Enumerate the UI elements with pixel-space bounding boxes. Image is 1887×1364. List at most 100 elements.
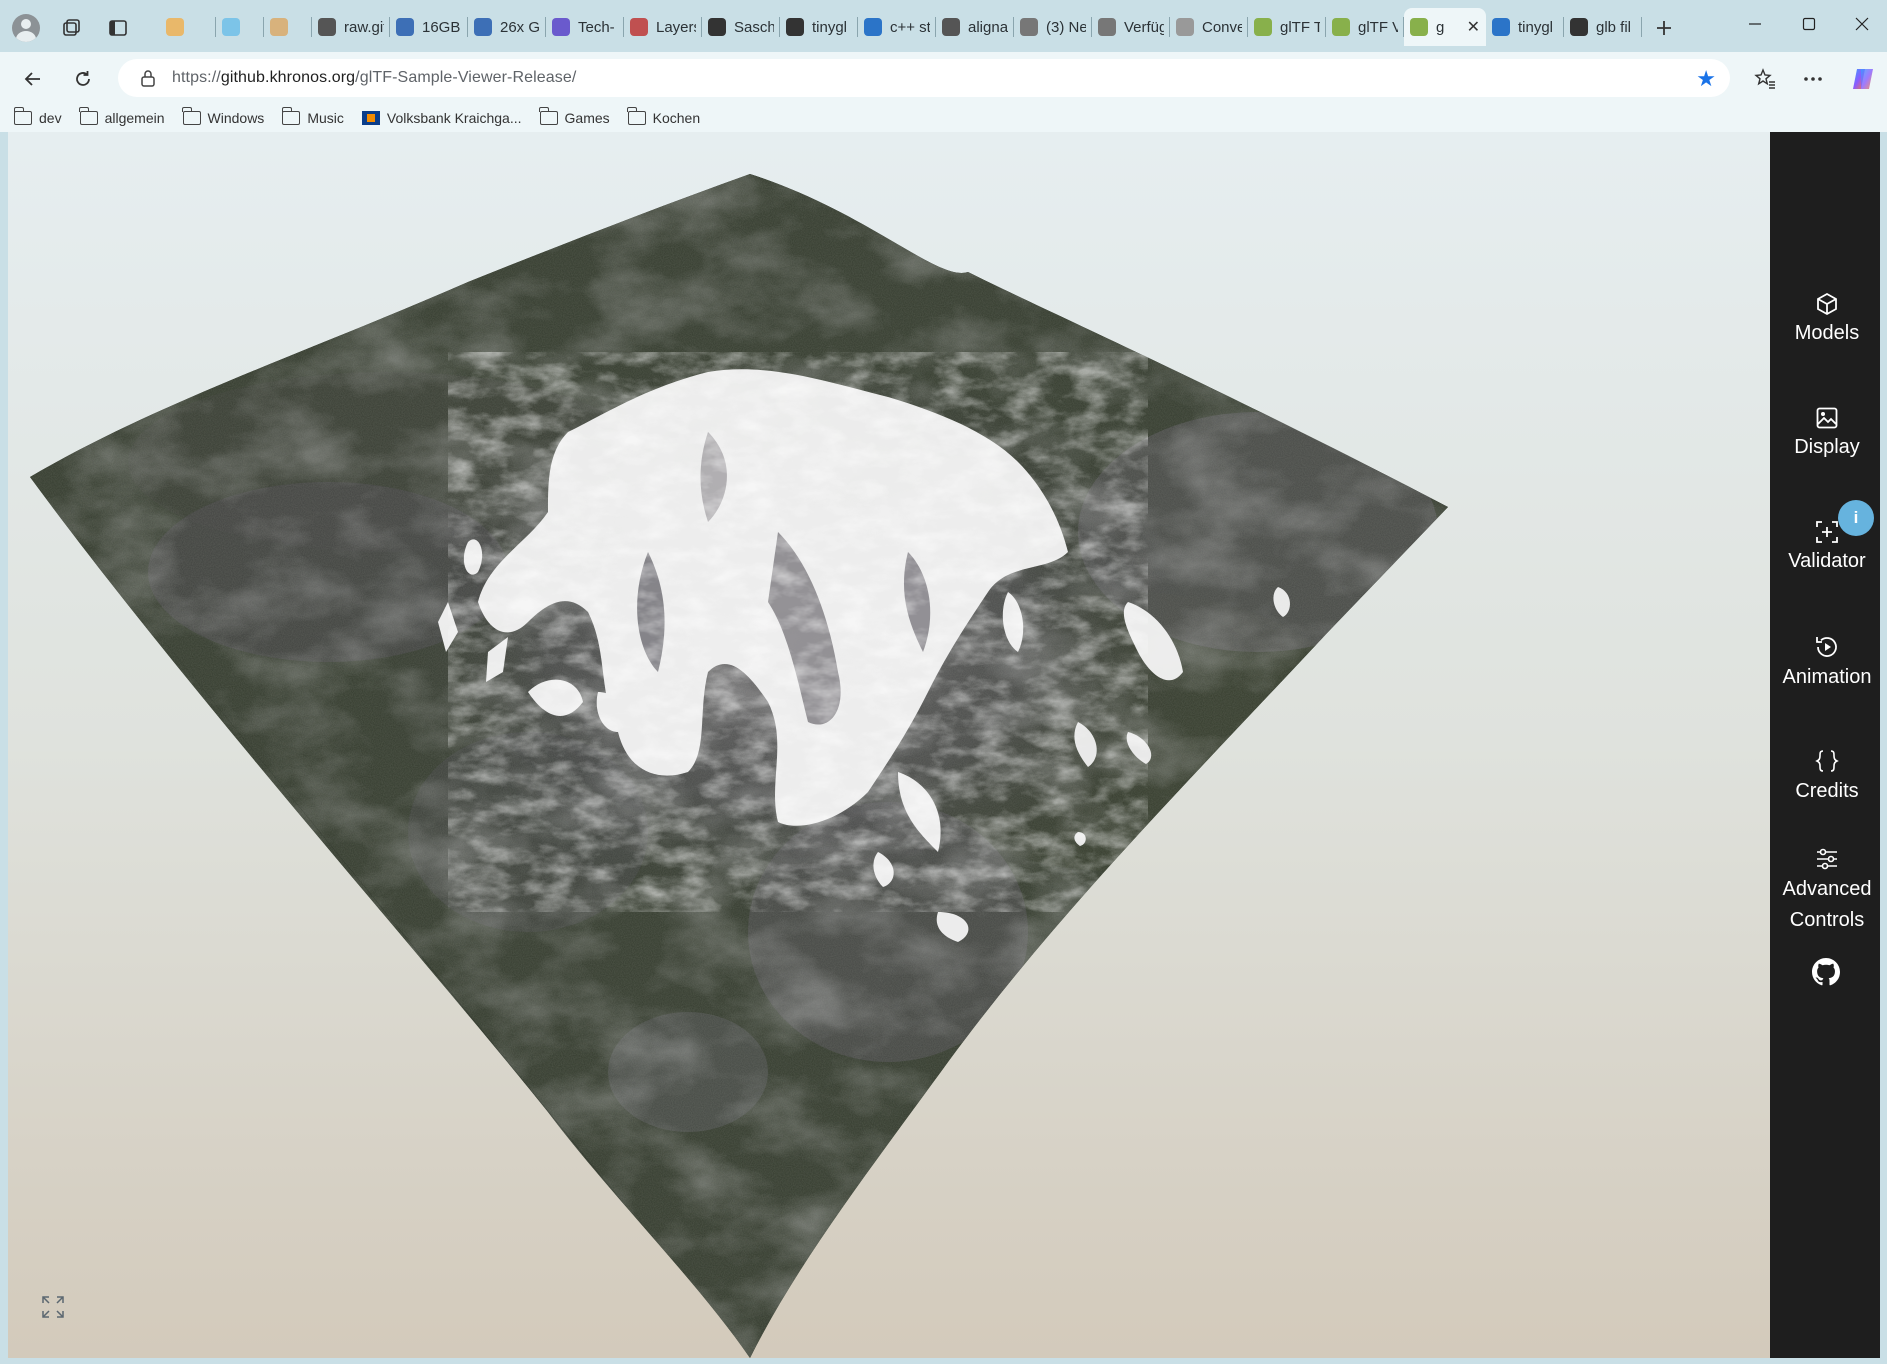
bookmark-windows[interactable]: Windows bbox=[182, 107, 265, 126]
tab-title: glb fil bbox=[1596, 18, 1632, 36]
viewer-sidebar: Models Display Validator i Animation Cre… bbox=[1770, 132, 1880, 1358]
site-icon bbox=[552, 18, 570, 36]
tab-title: Sasch bbox=[734, 18, 774, 36]
new-tab-icon[interactable] bbox=[1648, 12, 1680, 44]
browser-tab[interactable]: 26x Ge bbox=[468, 8, 546, 46]
browser-tab[interactable]: c++ st bbox=[858, 8, 936, 46]
tab-strip: raw.git 16GB 26x Ge Tech- Layers Sasch tinygl c… bbox=[0, 0, 1887, 52]
models-button[interactable]: Models bbox=[1770, 292, 1880, 349]
browser-toolbar: https://github.khronos.org/glTF-Sample-V… bbox=[0, 52, 1887, 104]
browser-tab[interactable] bbox=[160, 8, 216, 46]
bookmark-label: allgemein bbox=[104, 110, 165, 126]
minimize-icon[interactable] bbox=[1727, 8, 1783, 40]
copilot-icon[interactable] bbox=[1846, 62, 1880, 96]
bookmark-label: Games bbox=[564, 110, 610, 126]
search-icon bbox=[1492, 18, 1510, 36]
browser-tab[interactable]: (3) Ne bbox=[1014, 8, 1092, 46]
browser-tab[interactable]: glb fil bbox=[1564, 8, 1642, 46]
bookmark-kochen[interactable]: Kochen bbox=[627, 107, 701, 126]
credits-button[interactable]: Credits bbox=[1770, 748, 1880, 807]
browser-tab[interactable]: Verfüg bbox=[1092, 8, 1170, 46]
tab-title: c++ st bbox=[890, 18, 930, 36]
advanced-label-line1: Advanced bbox=[1782, 878, 1872, 900]
browser-tab[interactable] bbox=[216, 8, 264, 46]
bookmark-icon bbox=[474, 18, 492, 36]
tab-title: glTF V bbox=[1358, 18, 1398, 36]
validator-info-badge[interactable]: i bbox=[1838, 500, 1874, 536]
bookmark-volksbank[interactable]: Volksbank Kraichga... bbox=[361, 110, 522, 126]
folder-icon bbox=[539, 107, 558, 125]
workspaces-icon[interactable] bbox=[55, 12, 87, 44]
close-tab-icon[interactable]: ✕ bbox=[1467, 17, 1480, 37]
bookmark-allgemein[interactable]: allgemein bbox=[79, 107, 165, 126]
globe-icon bbox=[318, 18, 336, 36]
favorites-icon[interactable] bbox=[1748, 62, 1782, 96]
site-icon bbox=[1254, 18, 1272, 36]
tab-title: 26x Ge bbox=[500, 18, 540, 36]
tab-title: (3) Ne bbox=[1046, 18, 1086, 36]
models-label: Models bbox=[1794, 322, 1860, 344]
site-icon bbox=[1176, 18, 1194, 36]
site-info-icon[interactable] bbox=[136, 66, 160, 90]
terrain-model[interactable] bbox=[8, 132, 1770, 1358]
browser-tab[interactable] bbox=[264, 8, 312, 46]
tab-actions-icon[interactable] bbox=[102, 12, 134, 44]
tab-separator bbox=[1641, 17, 1642, 37]
mail-icon bbox=[270, 18, 288, 36]
browser-tab[interactable]: glTF V bbox=[1326, 8, 1404, 46]
browser-tab[interactable]: g ✕ bbox=[1404, 8, 1486, 46]
browser-tab[interactable]: Conve bbox=[1170, 8, 1248, 46]
3d-viewport[interactable] bbox=[8, 132, 1770, 1358]
tab-title: Tech- bbox=[578, 18, 615, 36]
bookmark-music[interactable]: Music bbox=[281, 107, 344, 126]
extension-icon bbox=[222, 18, 240, 36]
folder-icon bbox=[182, 107, 201, 125]
folder-icon bbox=[13, 107, 32, 125]
tab-title: Verfüg bbox=[1124, 18, 1164, 36]
bookmark-icon bbox=[396, 18, 414, 36]
browser-tab[interactable]: tinygl bbox=[780, 8, 858, 46]
browser-tab[interactable]: Tech- bbox=[546, 8, 624, 46]
fullscreen-icon[interactable] bbox=[38, 1292, 68, 1322]
tab-title: g bbox=[1436, 18, 1445, 36]
tab-title: tinygl bbox=[812, 18, 848, 36]
browser-tab[interactable]: glTF T bbox=[1248, 8, 1326, 46]
bookmark-label: Music bbox=[307, 110, 344, 126]
favorite-star-icon[interactable]: ★ bbox=[1696, 66, 1716, 92]
bookmark-games[interactable]: Games bbox=[539, 107, 610, 126]
close-window-icon[interactable] bbox=[1834, 8, 1887, 40]
validator-icon bbox=[1816, 521, 1838, 543]
profile-avatar-icon[interactable] bbox=[12, 14, 40, 42]
maximize-icon[interactable] bbox=[1781, 8, 1837, 40]
site-icon bbox=[1332, 18, 1350, 36]
site-icon bbox=[1020, 18, 1038, 36]
browser-tab[interactable]: 16GB bbox=[390, 8, 468, 46]
more-options-icon[interactable] bbox=[1796, 62, 1830, 96]
browser-tab[interactable]: Layers bbox=[624, 8, 702, 46]
bookmark-dev[interactable]: dev bbox=[13, 107, 62, 126]
back-icon[interactable] bbox=[16, 62, 50, 96]
bookmark-label: Kochen bbox=[652, 110, 701, 126]
braces-icon bbox=[1815, 750, 1839, 772]
refresh-icon[interactable] bbox=[66, 62, 100, 96]
advanced-controls-button[interactable]: Advanced Controls bbox=[1770, 846, 1880, 936]
browser-tab[interactable]: tinygl bbox=[1486, 8, 1564, 46]
bookmark-label: Windows bbox=[207, 110, 265, 126]
tab-title: Conve bbox=[1202, 18, 1242, 36]
github-icon bbox=[708, 18, 726, 36]
folder-icon bbox=[627, 107, 646, 125]
browser-tab[interactable]: raw.git bbox=[312, 8, 390, 46]
tab-title: glTF T bbox=[1280, 18, 1320, 36]
bookmark-label: Volksbank Kraichga... bbox=[386, 110, 522, 126]
sliders-icon bbox=[1817, 848, 1837, 870]
tab-title: tinygl bbox=[1518, 18, 1554, 36]
address-bar[interactable]: https://github.khronos.org/glTF-Sample-V… bbox=[118, 59, 1730, 97]
tab-title: raw.git bbox=[344, 18, 384, 36]
github-icon[interactable] bbox=[1812, 958, 1842, 988]
browser-tab[interactable]: aligna bbox=[936, 8, 1014, 46]
display-button[interactable]: Display bbox=[1770, 406, 1880, 463]
folder-icon bbox=[281, 107, 301, 125]
tab-list: raw.git 16GB 26x Ge Tech- Layers Sasch tinygl c… bbox=[160, 8, 1642, 46]
browser-tab[interactable]: Sasch bbox=[702, 8, 780, 46]
animation-button[interactable]: Animation bbox=[1770, 634, 1880, 693]
